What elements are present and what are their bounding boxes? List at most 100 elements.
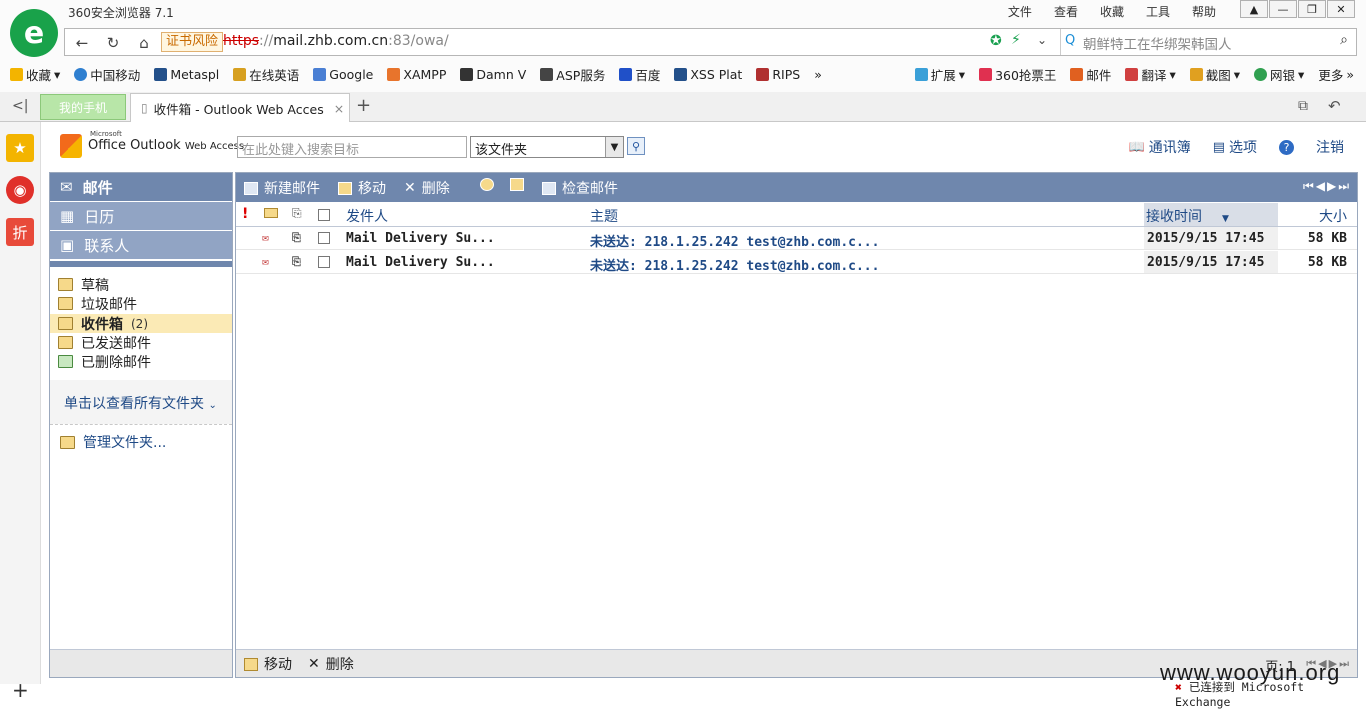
cert-warning-badge[interactable]: 证书风险 [161, 32, 224, 52]
skin-icon[interactable]: ▲ [1240, 0, 1268, 18]
pager-icons[interactable]: ⏮◀▶⏭ [1303, 179, 1351, 194]
security-shield-icon[interactable]: ✪ [990, 33, 1002, 49]
search-box[interactable]: Q 朝鲜特工在华绑架韩国人 ⌕ [1060, 29, 1356, 55]
new-tab-button[interactable]: + [356, 95, 371, 116]
bookmark-item[interactable]: XAMPP [387, 65, 446, 84]
tab-list-icon[interactable]: ⧉ [1298, 98, 1308, 114]
search-icon[interactable]: ⌕ [1340, 32, 1348, 48]
bottom-delete-button[interactable]: ✕ 删除 [308, 654, 354, 674]
reply-button[interactable] [480, 178, 494, 191]
folder-drafts[interactable]: 草稿 [58, 275, 109, 294]
row-checkbox[interactable] [318, 232, 330, 244]
mail-icon: ✉ [60, 178, 73, 196]
nav-contacts[interactable]: ▣ 联系人 [50, 231, 232, 259]
check-mail-button[interactable]: 检查邮件 [542, 178, 618, 198]
menu-favorites[interactable]: 收藏 [1100, 3, 1124, 20]
move-button[interactable]: 移动 [338, 178, 386, 198]
select-all-checkbox[interactable] [318, 209, 330, 221]
weibo-icon[interactable]: ◉ [6, 176, 34, 204]
close-tab-icon[interactable]: × [334, 101, 344, 116]
read-status-icon[interactable] [264, 208, 278, 218]
sidebar-toggle-icon[interactable]: <| [12, 98, 28, 114]
ticket-button[interactable]: 360抢票王 [979, 65, 1056, 84]
bookmark-item[interactable]: ASP服务 [540, 65, 605, 84]
tab-my-phone[interactable]: 我的手机 [40, 94, 126, 120]
bookmark-item[interactable]: RIPS [756, 65, 800, 84]
chevron-down-icon[interactable]: ▼ [605, 137, 623, 157]
col-size[interactable]: 大小 [1319, 206, 1347, 226]
search-engine-icon[interactable]: Q [1065, 33, 1075, 48]
row-checkbox[interactable] [318, 256, 330, 268]
undo-close-icon[interactable]: ↶ [1328, 97, 1341, 115]
delete-x-icon: ✕ [404, 180, 416, 196]
folder-sent[interactable]: 已发送邮件 [58, 333, 151, 352]
discount-icon[interactable]: 折 [6, 218, 34, 246]
bottom-move-button[interactable]: 移动 [244, 654, 292, 674]
url-dropdown-icon[interactable]: ⌄ [1037, 33, 1047, 47]
nav-calendar[interactable]: ▦ 日历 [50, 202, 232, 230]
tab-inbox[interactable]: ▯ 收件箱 - Outlook Web Acces × [130, 93, 350, 122]
china-mobile-icon [74, 68, 88, 81]
banking-button[interactable]: 网银 ▾ [1254, 65, 1304, 84]
mail-search-input[interactable]: 在此处键入搜索目标 [237, 136, 467, 158]
divider [50, 424, 232, 425]
importance-icon[interactable]: ! [242, 206, 248, 222]
bookmark-favorites[interactable]: 收藏 ▾ [10, 65, 60, 84]
url-field[interactable]: https://mail.zhb.com.cn:83/owa/ [223, 33, 449, 49]
speed-mode-icon[interactable]: ⚡ [1011, 32, 1021, 48]
translate-button[interactable]: 翻译 ▾ [1125, 65, 1176, 84]
bookmark-item[interactable]: XSS Plat [674, 65, 742, 84]
new-mail-button[interactable]: 新建邮件 [244, 178, 320, 198]
menu-help[interactable]: 帮助 [1192, 3, 1216, 20]
navigation-pane: ✉ 邮件 ▦ 日历 ▣ 联系人 草稿 垃圾邮件 收件箱 (2) 已发送邮件 已删除邮件 … [49, 172, 233, 678]
extensions-button[interactable]: 扩展 ▾ [914, 65, 965, 84]
bookmark-item[interactable]: 百度 [619, 65, 660, 84]
bookmark-item[interactable]: Metaspl [154, 65, 219, 84]
col-received[interactable]: 接收时间 ▼ [1146, 206, 1229, 226]
attachment-icon: ⎘ [292, 255, 301, 268]
logout-link[interactable]: 注销 [1316, 137, 1344, 157]
table-row[interactable]: ✉ ⎘ Mail Delivery Su... 未送达: 218.1.25.24… [236, 227, 1357, 250]
maximize-button[interactable]: ❐ [1298, 0, 1326, 18]
bookmark-item[interactable]: Damn V [460, 65, 526, 84]
screenshot-button[interactable]: 截图 ▾ [1189, 65, 1240, 84]
options-link[interactable]: ▤ 选项 [1213, 137, 1257, 157]
mail-button[interactable]: 邮件 [1070, 65, 1111, 84]
minimize-button[interactable]: — [1269, 0, 1297, 18]
bookmarks-overflow-icon[interactable]: » [814, 65, 822, 84]
folder-deleted[interactable]: 已删除邮件 [58, 352, 151, 371]
refresh-icon[interactable]: ↻ [102, 34, 124, 52]
menu-view[interactable]: 查看 [1054, 3, 1078, 20]
search-scope-select[interactable]: 该文件夹 [470, 136, 624, 158]
home-icon[interactable]: ⌂ [133, 34, 155, 52]
search-go-icon[interactable]: ⚲ [627, 137, 645, 155]
manage-folder-icon [60, 435, 75, 449]
folder-inbox[interactable]: 收件箱 (2) [58, 314, 148, 333]
menu-tools[interactable]: 工具 [1146, 3, 1170, 20]
back-icon[interactable]: ← [71, 34, 93, 52]
check-mail-icon [542, 181, 556, 195]
help-link[interactable]: ? [1279, 137, 1294, 157]
attachment-icon[interactable]: ⎘ [292, 206, 302, 221]
address-book-link[interactable]: 📖 通讯簿 [1129, 137, 1191, 157]
favorites-star-icon[interactable]: ★ [6, 134, 34, 162]
more-button[interactable]: 更多 » [1318, 65, 1354, 84]
show-all-folders-link[interactable]: 单击以查看所有文件夹 ⌄ [64, 393, 217, 413]
junk-folder-icon [58, 297, 73, 310]
add-sidebar-button[interactable]: + [12, 678, 29, 702]
delete-button[interactable]: ✕ 删除 [404, 178, 450, 198]
folder-junk[interactable]: 垃圾邮件 [58, 294, 137, 313]
nav-mail[interactable]: ✉ 邮件 [50, 173, 232, 201]
menu-file[interactable]: 文件 [1008, 3, 1032, 20]
close-window-button[interactable]: ✕ [1327, 0, 1355, 18]
col-from[interactable]: 发件人 [346, 206, 388, 226]
bookmark-item[interactable]: 中国移动 [74, 65, 140, 84]
manage-folders-link[interactable]: 管理文件夹... [60, 432, 166, 452]
search-input[interactable]: 朝鲜特工在华绑架韩国人 [1083, 33, 1232, 53]
forward-button[interactable] [510, 178, 524, 191]
bookmark-item[interactable]: 在线英语 [233, 65, 299, 84]
col-subject[interactable]: 主题 [590, 206, 618, 226]
table-row[interactable]: ✉ ⎘ Mail Delivery Su... 未送达: 218.1.25.24… [236, 251, 1357, 274]
bookmark-item[interactable]: Google [313, 65, 373, 84]
help-icon: ? [1279, 139, 1294, 155]
